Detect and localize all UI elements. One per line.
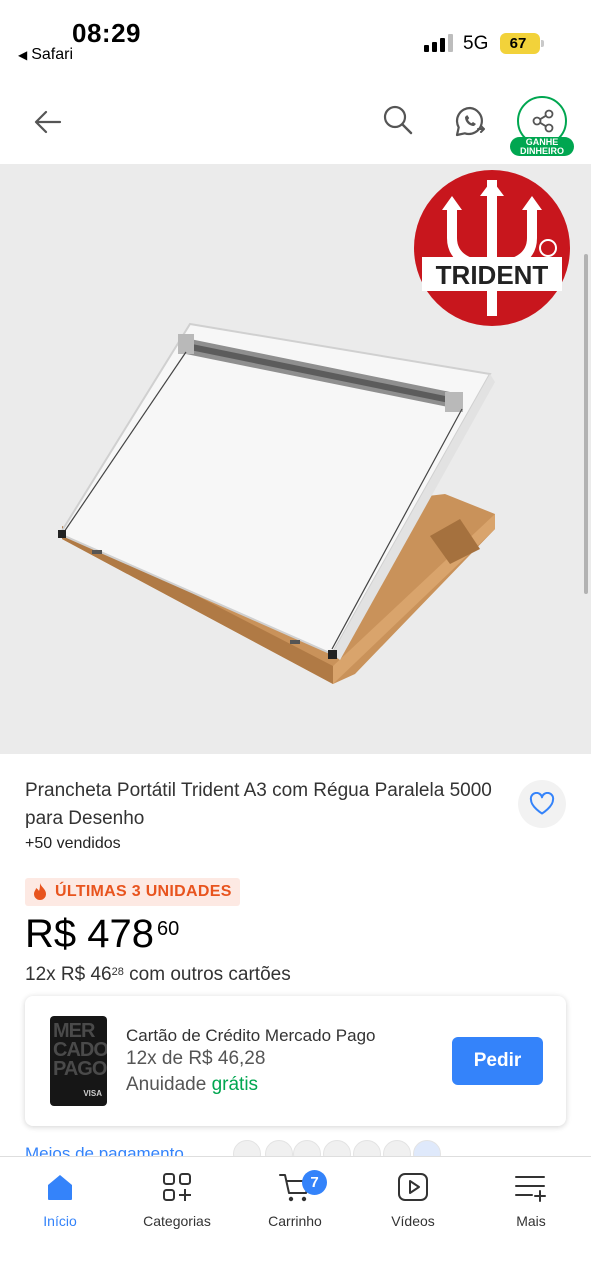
fire-icon: [34, 883, 46, 900]
nav-videos[interactable]: Vídeos: [358, 1167, 468, 1229]
nav-categories[interactable]: Categorias: [122, 1167, 232, 1229]
fee-value: grátis: [211, 1074, 259, 1095]
back-app-label: Safari: [31, 46, 74, 63]
fee-label: Anuidade: [126, 1074, 207, 1095]
play-icon: [398, 1173, 428, 1201]
price-main: R$ 478: [25, 912, 154, 956]
network-type: 5G: [463, 33, 489, 54]
nav-categories-label: Categorias: [143, 1213, 211, 1229]
card-art-text: MER CADO PAGO: [53, 1020, 107, 1080]
search-icon[interactable]: [380, 102, 416, 138]
share-icon: [532, 109, 554, 133]
nav-home-label: Início: [43, 1213, 77, 1229]
trident-brand-logo: TRIDENT: [412, 168, 572, 328]
signal-icon: [424, 34, 453, 52]
favorite-button[interactable]: [518, 780, 566, 828]
cart-count-badge: 7: [302, 1170, 327, 1195]
sold-count: +50 vendidos: [25, 835, 121, 852]
nav-cart-label: Carrinho: [268, 1213, 322, 1229]
menu-plus-icon: [515, 1176, 546, 1202]
installments-suffix: com outros cartões: [123, 964, 291, 985]
bottom-navigation: Início Categorias 7 Carrinho Vídeos Mais: [0, 1156, 591, 1280]
request-card-button[interactable]: Pedir: [452, 1037, 543, 1085]
status-bar: 08:29 ◀ Safari 5G 67: [0, 0, 591, 78]
installments-prefix: 12x R$ 46: [25, 964, 112, 985]
back-triangle-icon: ◀: [18, 48, 28, 62]
scroll-indicator: [584, 254, 588, 594]
heart-icon: [529, 792, 555, 815]
product-title: Prancheta Portátil Trident A3 com Régua …: [25, 780, 492, 829]
card-offer-installments: 12x de R$ 46,28: [126, 1048, 266, 1069]
whatsapp-share-icon[interactable]: [450, 102, 490, 142]
categories-icon: [163, 1173, 191, 1201]
credit-card-image: MER CADO PAGO VISA: [50, 1016, 107, 1106]
nav-home[interactable]: Início: [5, 1167, 115, 1229]
product-photo: [50, 314, 510, 694]
status-time: 08:29: [72, 18, 141, 48]
nav-more-label: Mais: [516, 1213, 546, 1229]
credit-card-offer: MER CADO PAGO VISA Cartão de Crédito Mer…: [25, 996, 566, 1126]
stock-badge: ÚLTIMAS 3 UNIDADES: [25, 878, 240, 906]
back-arrow-icon[interactable]: [32, 106, 64, 138]
battery-indicator: 67: [500, 33, 544, 54]
logo-text: TRIDENT: [436, 260, 549, 290]
card-offer-title: Cartão de Crédito Mercado Pago: [126, 1026, 376, 1045]
visa-logo: VISA: [83, 1089, 102, 1098]
card-offer-fee: Anuidade grátis: [126, 1074, 258, 1096]
nav-videos-label: Vídeos: [391, 1213, 435, 1229]
price-cents: 60: [156, 918, 180, 940]
back-to-app[interactable]: ◀ Safari: [18, 46, 73, 64]
installments-cents: 28: [111, 966, 124, 978]
product-price: R$ 478 60: [25, 912, 179, 957]
stock-badge-label: ÚLTIMAS 3 UNIDADES: [55, 883, 232, 900]
home-icon: [48, 1175, 72, 1200]
installments-info: 12x R$ 4628 com outros cartões: [25, 964, 291, 986]
nav-cart[interactable]: 7 Carrinho: [240, 1167, 350, 1229]
app-header: GANHE DINHEIRO: [0, 78, 591, 164]
earn-money-badge[interactable]: GANHE DINHEIRO: [510, 137, 574, 156]
payment-methods-row: Meios de pagamento: [25, 1138, 591, 1158]
product-image-gallery[interactable]: TRIDENT: [0, 164, 591, 754]
nav-more[interactable]: Mais: [476, 1167, 586, 1229]
